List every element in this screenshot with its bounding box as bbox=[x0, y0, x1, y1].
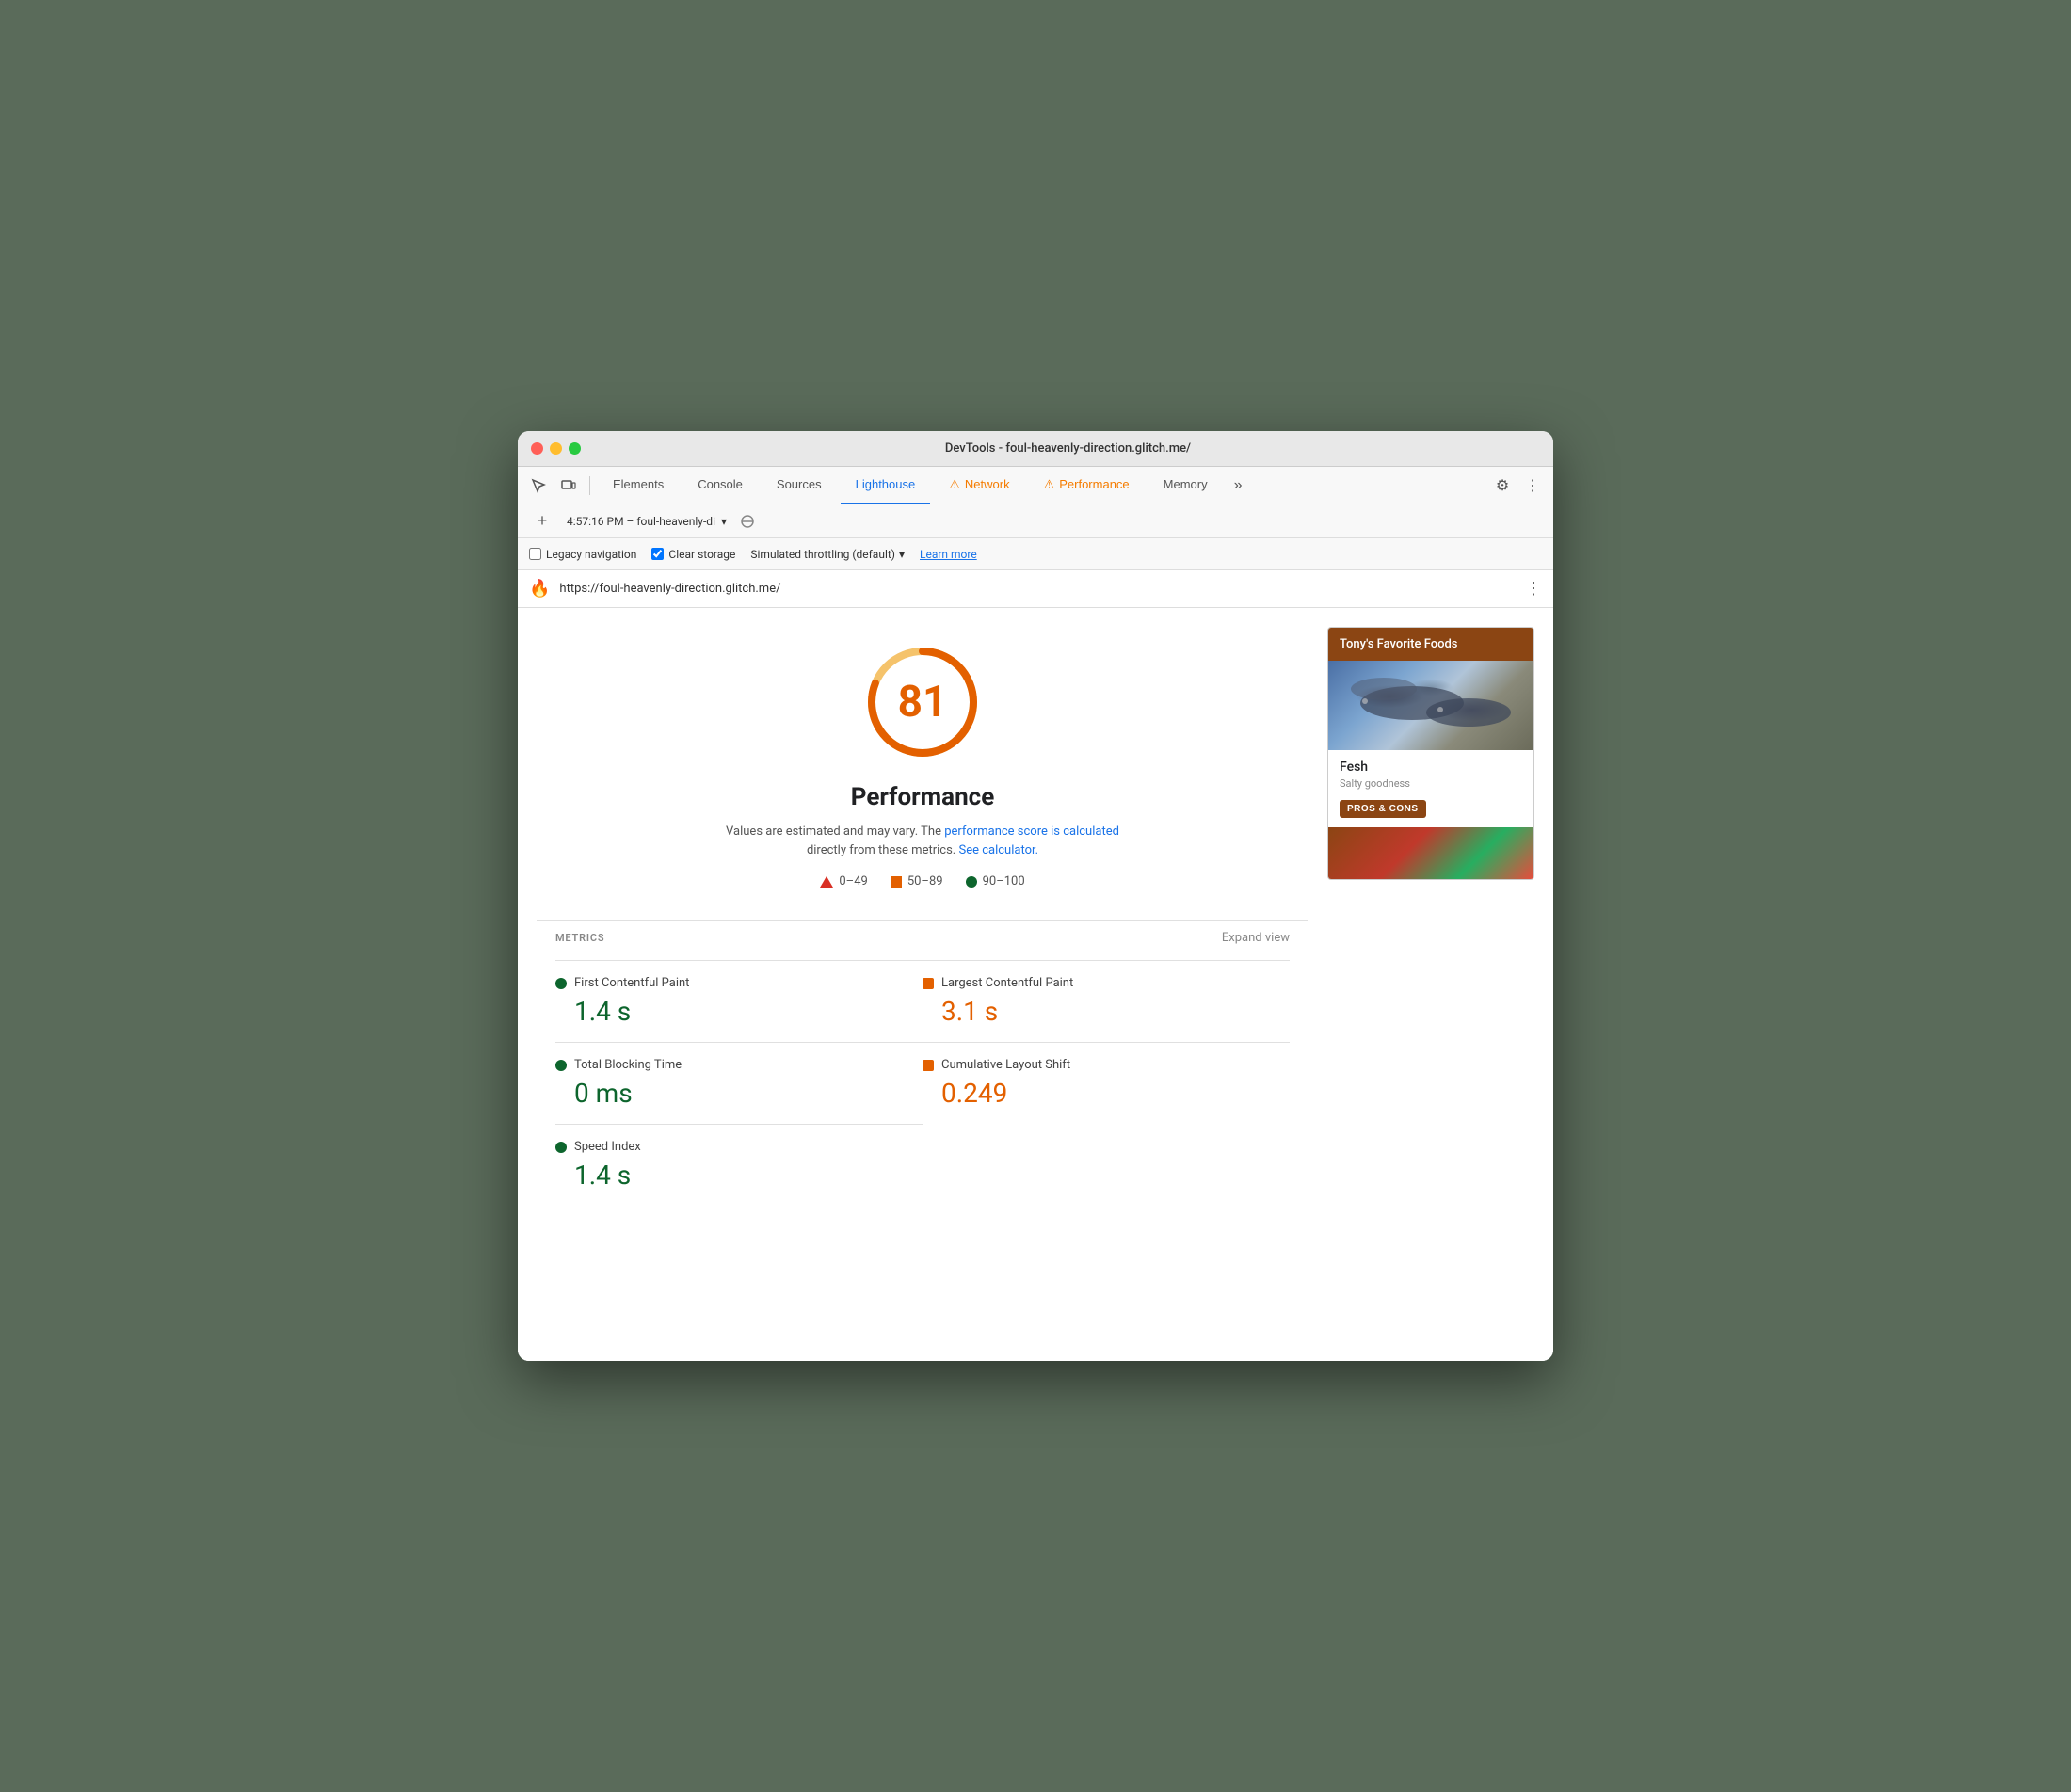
tab-memory[interactable]: Memory bbox=[1148, 467, 1223, 504]
url-text: https://foul-heavenly-direction.glitch.m… bbox=[559, 582, 1516, 596]
cls-indicator bbox=[923, 1060, 934, 1071]
preview-card-body: Fesh Salty goodness PROS & CONS bbox=[1328, 750, 1533, 827]
tab-toolbar: Elements Console Sources Lighthouse ⚠ Ne… bbox=[518, 467, 1553, 504]
score-legend: 0–49 50–89 90–100 bbox=[820, 874, 1024, 888]
url-bar: 🔥 https://foul-heavenly-direction.glitch… bbox=[518, 570, 1553, 608]
tbt-indicator bbox=[555, 1060, 567, 1071]
metrics-grid: First Contentful Paint 1.4 s Largest Con… bbox=[555, 960, 1290, 1206]
devtools-body: Elements Console Sources Lighthouse ⚠ Ne… bbox=[518, 467, 1553, 1361]
legend-item-fail: 0–49 bbox=[820, 874, 867, 888]
tab-network[interactable]: ⚠ Network bbox=[934, 467, 1024, 504]
performance-score: 81 bbox=[898, 677, 948, 728]
fail-icon bbox=[820, 876, 833, 888]
tab-elements[interactable]: Elements bbox=[598, 467, 679, 504]
performance-title: Performance bbox=[851, 783, 995, 811]
lcp-indicator bbox=[923, 978, 934, 989]
preview-food-image2 bbox=[1328, 827, 1533, 879]
session-dropdown-icon: ▾ bbox=[721, 515, 727, 528]
metrics-header: METRICS Expand view bbox=[555, 931, 1290, 945]
record-stop-button[interactable] bbox=[738, 512, 757, 531]
titlebar: DevTools - foul-heavenly-direction.glitc… bbox=[518, 431, 1553, 467]
average-range: 50–89 bbox=[907, 874, 943, 888]
tab-performance[interactable]: ⚠ Performance bbox=[1029, 467, 1145, 504]
tab-console[interactable]: Console bbox=[682, 467, 758, 504]
url-more-button[interactable]: ⋮ bbox=[1525, 581, 1542, 598]
more-tabs-button[interactable]: » bbox=[1227, 467, 1250, 504]
lcp-name: Largest Contentful Paint bbox=[941, 976, 1073, 990]
learn-more-link[interactable]: Learn more bbox=[920, 548, 977, 561]
metrics-label: METRICS bbox=[555, 932, 604, 944]
legacy-navigation-option[interactable]: Legacy navigation bbox=[529, 548, 636, 561]
toolbar-separator bbox=[589, 476, 590, 495]
preview-panel: Tony's Favorite Foods bbox=[1327, 627, 1534, 1342]
si-value: 1.4 s bbox=[555, 1160, 923, 1191]
traffic-lights bbox=[531, 442, 581, 455]
fullscreen-button[interactable] bbox=[569, 442, 581, 455]
more-options-button[interactable]: ⋮ bbox=[1519, 472, 1546, 499]
calculator-link[interactable]: See calculator. bbox=[958, 843, 1038, 857]
metric-tbt: Total Blocking Time 0 ms bbox=[555, 1042, 923, 1124]
preview-food-image bbox=[1328, 661, 1533, 750]
fcp-indicator bbox=[555, 978, 567, 989]
metric-si: Speed Index 1.4 s bbox=[555, 1124, 923, 1206]
options-toolbar: Legacy navigation Clear storage Simulate… bbox=[518, 538, 1553, 570]
good-icon bbox=[966, 876, 977, 888]
throttle-selector[interactable]: Simulated throttling (default) ▾ bbox=[750, 548, 905, 561]
metric-cls: Cumulative Layout Shift 0.249 bbox=[923, 1042, 1290, 1124]
perf-score-link[interactable]: performance score is calculated bbox=[944, 824, 1119, 839]
si-name: Speed Index bbox=[574, 1140, 641, 1154]
good-range: 90–100 bbox=[983, 874, 1025, 888]
legend-item-good: 90–100 bbox=[966, 874, 1025, 888]
fcp-name: First Contentful Paint bbox=[574, 976, 689, 990]
clear-storage-checkbox[interactable] bbox=[651, 548, 664, 560]
expand-view-button[interactable]: Expand view bbox=[1222, 931, 1290, 945]
legacy-navigation-label: Legacy navigation bbox=[546, 548, 636, 561]
food-name: Fesh bbox=[1340, 760, 1522, 775]
clear-storage-label: Clear storage bbox=[668, 548, 735, 561]
metric-fcp: First Contentful Paint 1.4 s bbox=[555, 960, 923, 1042]
devtools-window: DevTools - foul-heavenly-direction.glitc… bbox=[518, 431, 1553, 1361]
left-panel: 81 Performance Values are estimated and … bbox=[537, 627, 1308, 1342]
preview-card: Tony's Favorite Foods bbox=[1327, 627, 1534, 880]
fcp-value: 1.4 s bbox=[555, 996, 923, 1027]
tab-sources[interactable]: Sources bbox=[762, 467, 837, 504]
network-warning-icon: ⚠ bbox=[949, 477, 960, 492]
tbt-name: Total Blocking Time bbox=[574, 1058, 682, 1072]
window-title: DevTools - foul-heavenly-direction.glitc… bbox=[596, 441, 1540, 456]
pros-cons-button[interactable]: PROS & CONS bbox=[1340, 800, 1426, 818]
metric-lcp: Largest Contentful Paint 3.1 s bbox=[923, 960, 1290, 1042]
average-icon bbox=[891, 876, 902, 888]
secondary-toolbar: + 4:57:16 PM – foul-heavenly-di ▾ bbox=[518, 504, 1553, 538]
lcp-value: 3.1 s bbox=[923, 996, 1290, 1027]
main-content: 81 Performance Values are estimated and … bbox=[518, 608, 1553, 1361]
session-selector[interactable]: 4:57:16 PM – foul-heavenly-di ▾ bbox=[567, 515, 727, 528]
score-circle-container: 81 bbox=[857, 636, 988, 768]
throttle-dropdown-icon: ▾ bbox=[899, 548, 905, 561]
close-button[interactable] bbox=[531, 442, 543, 455]
minimize-button[interactable] bbox=[550, 442, 562, 455]
device-mode-button[interactable] bbox=[555, 472, 582, 499]
performance-description: Values are estimated and may vary. The p… bbox=[725, 823, 1120, 859]
site-icon: 🔥 bbox=[529, 579, 550, 599]
session-label: 4:57:16 PM – foul-heavenly-di bbox=[567, 515, 715, 528]
divider bbox=[537, 920, 1308, 921]
cls-name: Cumulative Layout Shift bbox=[941, 1058, 1070, 1072]
si-indicator bbox=[555, 1142, 567, 1153]
legacy-navigation-checkbox[interactable] bbox=[529, 548, 541, 560]
preview-card-header: Tony's Favorite Foods bbox=[1328, 628, 1533, 661]
food-desc: Salty goodness bbox=[1340, 777, 1522, 790]
clear-storage-option[interactable]: Clear storage bbox=[651, 548, 735, 561]
fish-svg bbox=[1328, 661, 1533, 750]
tab-lighthouse[interactable]: Lighthouse bbox=[841, 467, 931, 504]
performance-warning-icon: ⚠ bbox=[1044, 477, 1055, 492]
new-session-button[interactable]: + bbox=[529, 508, 555, 535]
fail-range: 0–49 bbox=[839, 874, 867, 888]
settings-button[interactable]: ⚙ bbox=[1489, 472, 1516, 499]
inspect-element-button[interactable] bbox=[525, 472, 552, 499]
metrics-section: METRICS Expand view First Contentful Pai… bbox=[537, 931, 1308, 1206]
legend-item-average: 50–89 bbox=[891, 874, 943, 888]
throttle-label: Simulated throttling (default) bbox=[750, 548, 895, 561]
cls-value: 0.249 bbox=[923, 1078, 1290, 1109]
tbt-value: 0 ms bbox=[555, 1078, 923, 1109]
